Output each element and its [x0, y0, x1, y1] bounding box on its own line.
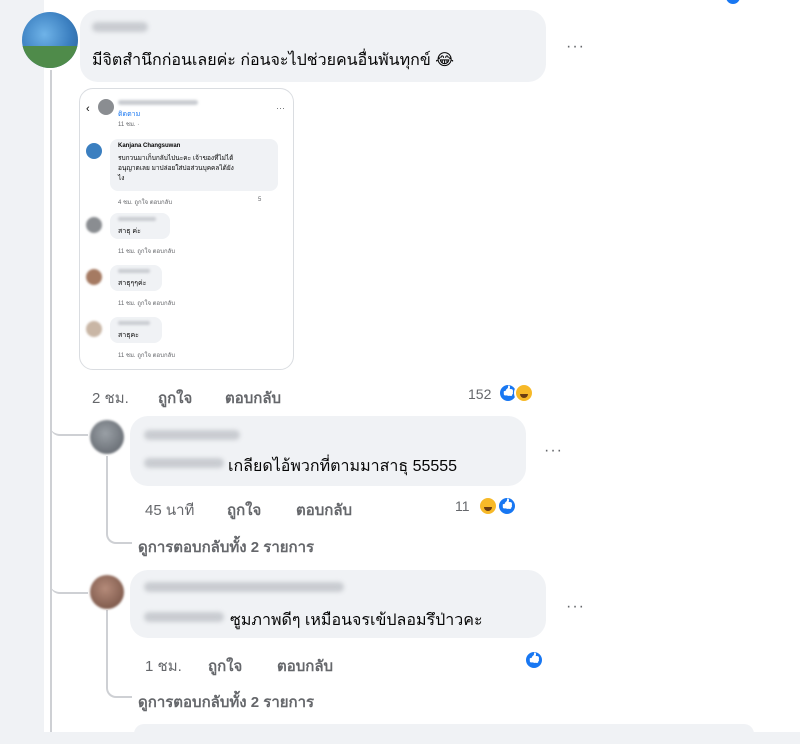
page-name [118, 100, 198, 105]
mention-tag[interactable] [144, 612, 224, 622]
thread-connector [50, 410, 88, 436]
thread-line [50, 70, 52, 732]
author-name[interactable] [92, 22, 148, 32]
like-reaction-icon [524, 650, 544, 670]
more-options-button[interactable]: ··· [566, 598, 585, 616]
like-button[interactable]: ถูกใจ [158, 386, 192, 410]
avatar[interactable] [22, 12, 78, 68]
comment-text: อนุญาตเลย มาปล่อยใส่บ่อส่วนบุคคลได้ยัง [118, 165, 234, 172]
reply-bubble: ซูมภาพดีๆ เหมือนจรเข้ปลอมรึป่าวคะ [130, 570, 546, 638]
comment-author [118, 321, 150, 325]
haha-reaction-icon [514, 383, 534, 403]
view-replies-link[interactable]: ดูการตอบกลับทั้ง 2 รายการ [138, 535, 314, 559]
avatar[interactable] [90, 575, 124, 609]
avatar [98, 99, 114, 115]
comment-author: Kanjana Changsuwan [118, 143, 181, 149]
reply-time[interactable]: 45 นาที [145, 498, 194, 522]
reply-thread-line [106, 610, 108, 680]
more-options-button[interactable]: ··· [544, 442, 563, 460]
reaction-count[interactable]: 152 [468, 386, 491, 402]
reply-text: เกลียดไอ้พวกที่ตามมาสาธุ 55555 [228, 458, 458, 475]
comment-text: มีจิตสำนึกก่อนเลยค่ะ ก่อนจะไปช่วยคนอื่นพ… [92, 52, 454, 69]
avatar[interactable] [90, 420, 124, 454]
like-button[interactable]: ถูกใจ [227, 498, 261, 522]
reply-thread-line [106, 456, 108, 526]
reply-bubble: เกลียดไอ้พวกที่ตามมาสาธุ 55555 [130, 416, 526, 486]
reply-connector [106, 674, 132, 698]
comment-author [118, 217, 156, 221]
left-rail [0, 0, 44, 732]
comment-meta: 4 ชม. ถูกใจ ตอบกลับ [118, 200, 173, 206]
comment-thread-page: มีจิตสำนึกก่อนเลยค่ะ ก่อนจะไปช่วยคนอื่นพ… [0, 0, 800, 744]
author-name[interactable] [144, 430, 240, 440]
post-time: 11 ชม. · [118, 122, 140, 128]
thread-connector [50, 568, 88, 594]
comment-meta: 11 ชม. ถูกใจ ตอบกลับ [118, 301, 176, 307]
comment-time[interactable]: 2 ชม. [92, 386, 129, 410]
avatar [86, 269, 102, 285]
comment-meta: 11 ชม. ถูกใจ ตอบกลับ [118, 249, 176, 255]
reply-button[interactable]: ตอบกลับ [277, 654, 333, 678]
comment-author [118, 269, 150, 273]
author-name[interactable] [144, 582, 344, 592]
comment-text: สาธุๆๆค่ะ [118, 280, 147, 287]
avatar [86, 143, 102, 159]
reply-button[interactable]: ตอบกลับ [225, 386, 281, 410]
mention-tag[interactable] [144, 458, 224, 468]
reply-text: ซูมภาพดีๆ เหมือนจรเข้ปลอมรึป่าวคะ [230, 612, 483, 629]
comment-text: ไง [118, 175, 125, 182]
next-comment-bubble [134, 724, 754, 744]
reply-button[interactable]: ตอบกลับ [296, 498, 352, 522]
comment-text: สาธุคะ [118, 332, 139, 339]
avatar [86, 321, 102, 337]
like-reaction-icon [497, 496, 517, 516]
haha-reaction-icon [478, 496, 498, 516]
reaction-count: 5 [258, 197, 262, 203]
avatar [86, 217, 102, 233]
comment-text: สาธุ ค่ะ [118, 228, 141, 235]
attached-image[interactable]: ‹ ติดตาม 11 ชม. · ··· Kanjana Changsuwan… [79, 88, 294, 370]
comment-bubble: มีจิตสำนึกก่อนเลยค่ะ ก่อนจะไปช่วยคนอื่นพ… [80, 10, 546, 82]
more-options-button[interactable]: ··· [566, 38, 585, 56]
reaction-count[interactable]: 11 [455, 498, 470, 514]
view-replies-link[interactable]: ดูการตอบกลับทั้ง 2 รายการ [138, 690, 314, 714]
back-icon: ‹ [86, 103, 90, 115]
like-button[interactable]: ถูกใจ [208, 654, 242, 678]
more-icon: ··· [276, 103, 285, 113]
comment-text: รบกวนมาเก็บกลับไปนะคะ เจ้าของที่ไม่ได้ [118, 155, 234, 162]
reply-time[interactable]: 1 ชม. [145, 654, 182, 678]
comment-meta: 11 ชม. ถูกใจ ตอบกลับ [118, 353, 176, 359]
reply-connector [106, 520, 132, 544]
